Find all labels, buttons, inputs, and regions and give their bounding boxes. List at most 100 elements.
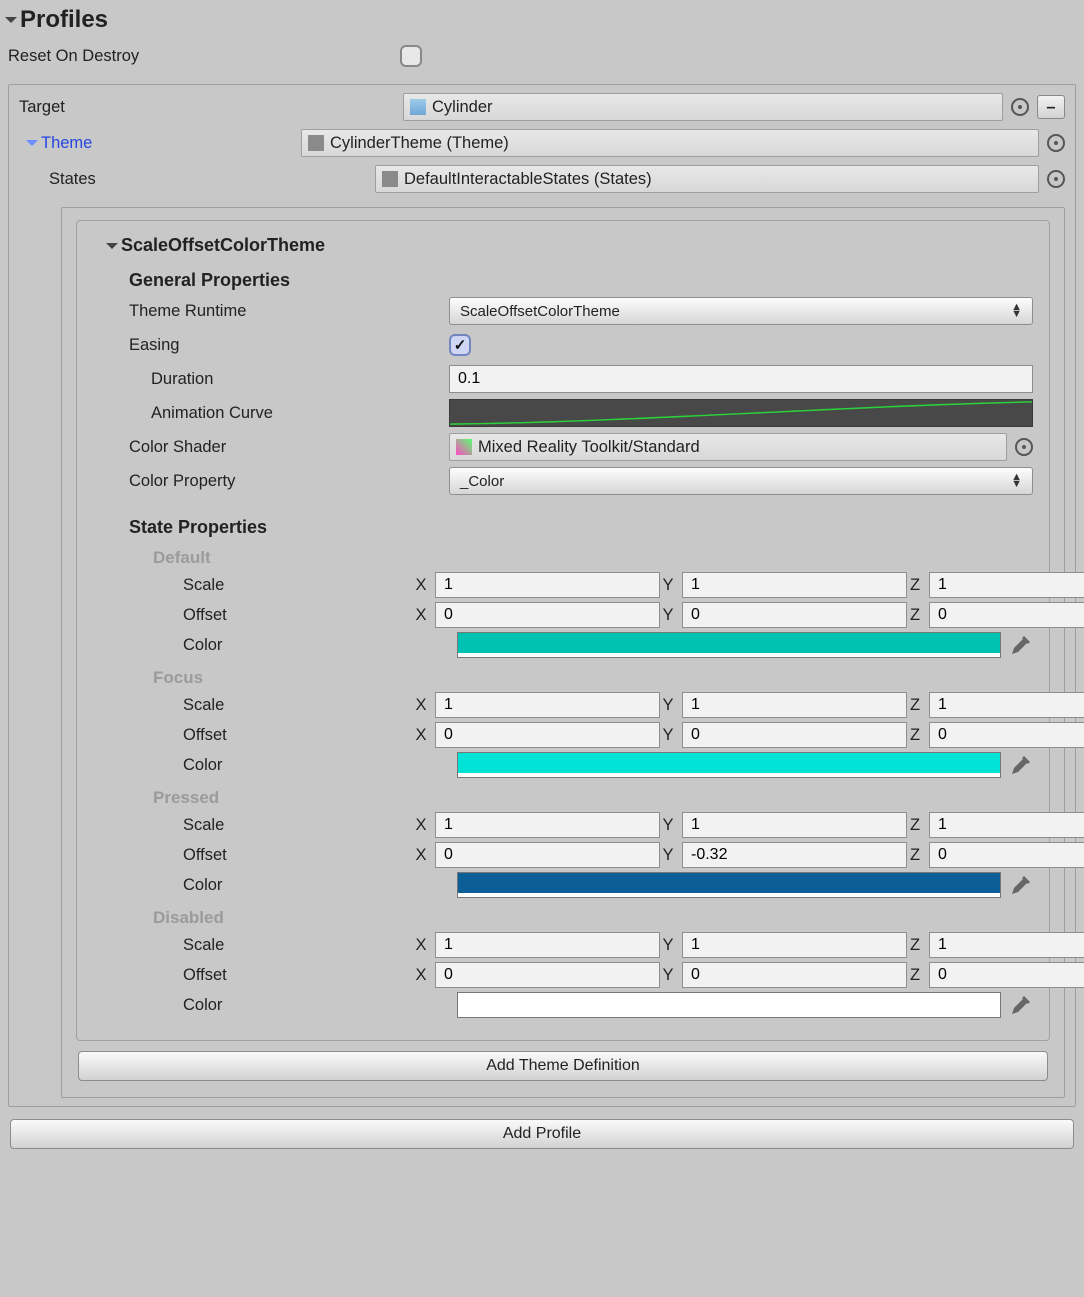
duration-input[interactable] <box>449 365 1033 393</box>
pressed-offset-z-input[interactable] <box>929 842 1084 868</box>
default-offset-x-input[interactable] <box>435 602 660 628</box>
animation-curve-label: Animation Curve <box>151 404 449 423</box>
theme-foldout-icon[interactable] <box>26 140 38 146</box>
eyedropper-icon[interactable] <box>1009 633 1033 657</box>
default-offset-label: Offset <box>129 606 413 625</box>
default-color-swatch[interactable] <box>457 632 1001 658</box>
pressed-scale-label: Scale <box>129 816 413 835</box>
theme-def-foldout-icon[interactable] <box>106 243 118 249</box>
color-shader-label: Color Shader <box>129 438 449 457</box>
color-shader-picker-icon[interactable] <box>1015 438 1033 456</box>
axis-x-label: X <box>413 936 429 955</box>
focus-color-swatch[interactable] <box>457 752 1001 778</box>
disabled-offset-label: Offset <box>129 966 413 985</box>
axis-x-label: X <box>413 576 429 595</box>
add-theme-definition-button[interactable]: Add Theme Definition <box>78 1051 1048 1081</box>
animation-curve-field[interactable] <box>449 399 1033 427</box>
disabled-offset-z-input[interactable] <box>929 962 1084 988</box>
axis-x-label: X <box>413 606 429 625</box>
states-label: States <box>19 170 375 189</box>
chevron-updown-icon: ▲▼ <box>1011 304 1022 318</box>
default-offset-z-input[interactable] <box>929 602 1084 628</box>
eyedropper-icon[interactable] <box>1009 873 1033 897</box>
profiles-foldout-icon[interactable] <box>5 17 17 23</box>
default-scale-y-input[interactable] <box>682 572 907 598</box>
theme-runtime-value: ScaleOffsetColorTheme <box>460 303 620 320</box>
theme-label[interactable]: Theme <box>41 134 301 153</box>
focus-scale-y-input[interactable] <box>682 692 907 718</box>
pressed-scale-z-input[interactable] <box>929 812 1084 838</box>
color-property-dropdown[interactable]: _Color ▲▼ <box>449 467 1033 495</box>
reset-on-destroy-checkbox[interactable] <box>400 45 422 67</box>
axis-z-label: Z <box>907 696 923 715</box>
disabled-scale-z-input[interactable] <box>929 932 1084 958</box>
axis-z-label: Z <box>907 726 923 745</box>
theme-runtime-dropdown[interactable]: ScaleOffsetColorTheme ▲▼ <box>449 297 1033 325</box>
focus-offset-label: Offset <box>129 726 413 745</box>
state-properties-header: State Properties <box>129 517 1033 538</box>
focus-offset-y-input[interactable] <box>682 722 907 748</box>
reset-on-destroy-label: Reset On Destroy <box>8 47 400 66</box>
axis-y-label: Y <box>660 726 676 745</box>
axis-y-label: Y <box>660 576 676 595</box>
color-property-label: Color Property <box>129 472 449 491</box>
axis-z-label: Z <box>907 606 923 625</box>
pressed-offset-y-input[interactable] <box>682 842 907 868</box>
eyedropper-icon[interactable] <box>1009 753 1033 777</box>
axis-y-label: Y <box>660 966 676 985</box>
states-object-field[interactable]: DefaultInteractableStates (States) <box>375 165 1039 193</box>
eyedropper-icon[interactable] <box>1009 993 1033 1017</box>
remove-profile-button[interactable]: – <box>1037 95 1065 119</box>
axis-z-label: Z <box>907 576 923 595</box>
default-scale-x-input[interactable] <box>435 572 660 598</box>
duration-label: Duration <box>151 370 449 389</box>
axis-y-label: Y <box>660 816 676 835</box>
theme-object-picker-icon[interactable] <box>1047 134 1065 152</box>
default-scale-z-input[interactable] <box>929 572 1084 598</box>
disabled-color-swatch[interactable] <box>457 992 1001 1018</box>
disabled-offset-y-input[interactable] <box>682 962 907 988</box>
chevron-updown-icon: ▲▼ <box>1011 474 1022 488</box>
axis-y-label: Y <box>660 846 676 865</box>
axis-z-label: Z <box>907 966 923 985</box>
disabled-scale-y-input[interactable] <box>682 932 907 958</box>
asset-icon <box>308 135 324 151</box>
states-object-picker-icon[interactable] <box>1047 170 1065 188</box>
easing-checkbox[interactable] <box>449 334 471 356</box>
focus-offset-x-input[interactable] <box>435 722 660 748</box>
disabled-color-label: Color <box>129 996 449 1015</box>
axis-x-label: X <box>413 966 429 985</box>
default-offset-y-input[interactable] <box>682 602 907 628</box>
theme-def-title: ScaleOffsetColorTheme <box>121 235 325 256</box>
default-scale-label: Scale <box>129 576 413 595</box>
axis-z-label: Z <box>907 816 923 835</box>
pressed-scale-y-input[interactable] <box>682 812 907 838</box>
color-property-value: _Color <box>460 473 504 490</box>
easing-label: Easing <box>129 336 449 355</box>
focus-scale-z-input[interactable] <box>929 692 1084 718</box>
axis-x-label: X <box>413 726 429 745</box>
pressed-color-swatch[interactable] <box>457 872 1001 898</box>
asset-icon <box>382 171 398 187</box>
color-shader-field[interactable]: Mixed Reality Toolkit/Standard <box>449 433 1007 461</box>
theme-object-field[interactable]: CylinderTheme (Theme) <box>301 129 1039 157</box>
target-object-picker-icon[interactable] <box>1011 98 1029 116</box>
theme-value: CylinderTheme (Theme) <box>330 134 509 153</box>
target-label: Target <box>19 98 403 117</box>
state-pressed-header: Pressed <box>153 788 1033 808</box>
theme-runtime-label: Theme Runtime <box>129 302 449 321</box>
axis-z-label: Z <box>907 846 923 865</box>
pressed-offset-label: Offset <box>129 846 413 865</box>
state-default-header: Default <box>153 548 1033 568</box>
add-profile-button[interactable]: Add Profile <box>10 1119 1074 1149</box>
disabled-scale-x-input[interactable] <box>435 932 660 958</box>
pressed-offset-x-input[interactable] <box>435 842 660 868</box>
focus-offset-z-input[interactable] <box>929 722 1084 748</box>
disabled-offset-x-input[interactable] <box>435 962 660 988</box>
axis-x-label: X <box>413 816 429 835</box>
target-object-field[interactable]: Cylinder <box>403 93 1003 121</box>
focus-scale-x-input[interactable] <box>435 692 660 718</box>
pressed-scale-x-input[interactable] <box>435 812 660 838</box>
color-shader-value: Mixed Reality Toolkit/Standard <box>478 438 700 457</box>
state-focus-header: Focus <box>153 668 1033 688</box>
